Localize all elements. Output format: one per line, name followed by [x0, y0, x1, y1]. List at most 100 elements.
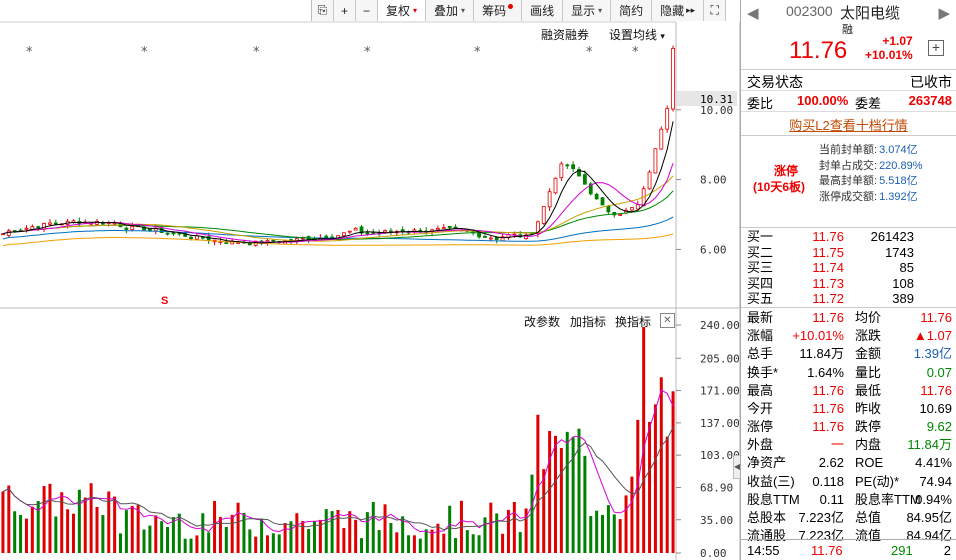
stats-row: 最高 11.76 最低 11.76	[741, 382, 956, 400]
event-star-icon: *	[364, 45, 371, 60]
stats-row: 收益(三) 0.118 PE(动)* 74.94	[741, 473, 956, 491]
volume-bar	[659, 377, 663, 553]
candle-body	[565, 164, 570, 167]
candle-body	[341, 232, 346, 237]
volume-bar	[101, 515, 105, 553]
stat-value: 2.62	[818, 455, 844, 471]
volume-bar	[295, 513, 299, 553]
chart-toolbar: ⎘ + − 复权 ▾ 叠加 ▾ 筹码 画线 显示 ▾ 简约 隐藏 ▸▸ ⛶	[311, 0, 727, 21]
volume-bar	[289, 521, 293, 553]
tick-footer: 14:55 11.76 291 2	[741, 539, 956, 560]
zoom-in-button[interactable]: +	[334, 0, 356, 21]
add-watchlist-button[interactable]: +	[928, 40, 944, 56]
order-book-row: 买四 11.73 108	[741, 276, 956, 292]
ma-settings-link[interactable]: 设置均线 ▾	[609, 26, 665, 43]
volume-bar	[24, 518, 28, 553]
candle-body	[124, 227, 129, 230]
simple-button[interactable]: 简约	[611, 0, 653, 21]
fullscreen-icon[interactable]: ⛶	[704, 0, 727, 21]
kline-chart-area[interactable]: 10.008.006.0010.3111.76→240.00205.00171.…	[0, 0, 740, 560]
prev-stock-icon[interactable]: ◀	[747, 4, 759, 22]
bid-volume: 108	[892, 275, 914, 291]
stat-label: 总手	[747, 346, 774, 362]
display-button[interactable]: 显示 ▾	[563, 0, 612, 21]
volume-tick-label: 35.00	[700, 514, 733, 527]
candle-body	[353, 227, 358, 231]
stat-value: 9.62	[926, 419, 952, 435]
candle-body	[665, 108, 670, 130]
volume-bar	[477, 535, 481, 553]
stat-label: 涨跌	[855, 328, 882, 344]
zoom-out-button[interactable]: −	[356, 0, 378, 21]
volume-bar	[653, 404, 657, 553]
buy-l2-link[interactable]: 购买L2查看十档行情	[741, 112, 956, 136]
tick-time: 14:55	[747, 543, 780, 558]
chevron-down-icon: ▾	[598, 6, 603, 15]
hide-button[interactable]: 隐藏 ▸▸	[652, 0, 705, 21]
stat-value: 11.76	[812, 309, 844, 325]
unlock-icon[interactable]: ⎘	[312, 0, 334, 21]
volume-bar	[518, 532, 522, 553]
trading-status-row: 交易状态 已收市	[741, 70, 956, 91]
ratio-label: 委比	[747, 96, 774, 111]
bid-label: 买一	[747, 229, 774, 244]
diff-label: 委差	[855, 96, 882, 111]
volume-bar	[583, 455, 587, 553]
volume-bar	[1, 491, 5, 553]
ma20-line	[2, 175, 674, 242]
volume-tick-label: 137.00	[700, 417, 740, 430]
close-icon[interactable]: ✕	[660, 313, 675, 328]
volume-bar	[483, 517, 487, 553]
stats-row: 换手* 1.64% 量比 0.07	[741, 364, 956, 382]
volume-bar	[265, 535, 269, 553]
overlay-button[interactable]: 叠加 ▾	[426, 0, 475, 21]
volume-bar	[612, 514, 616, 553]
volume-bar	[412, 535, 416, 553]
candle-body	[671, 47, 675, 110]
stock-app: 10.008.006.0010.3111.76→240.00205.00171.…	[0, 0, 956, 560]
candle-body	[582, 174, 587, 185]
change-value: +1.07	[882, 34, 913, 48]
stat-value: 84.95亿	[906, 510, 952, 526]
volume-bar	[418, 538, 422, 553]
volume-bar	[471, 534, 475, 553]
bid-price: 11.72	[812, 291, 844, 307]
bid-label: 买二	[747, 244, 774, 260]
volume-bar	[336, 509, 340, 553]
candle-body	[224, 242, 229, 244]
candle-body	[547, 191, 552, 208]
draw-line-button[interactable]: 画线	[522, 0, 564, 21]
volume-bar	[224, 526, 228, 553]
candle-body	[441, 227, 446, 230]
volume-bar	[389, 523, 393, 553]
switch-indicator-link[interactable]: 换指标	[615, 313, 651, 330]
candle-body	[153, 228, 158, 232]
next-stock-icon[interactable]: ▶	[938, 4, 950, 22]
volume-bar	[283, 523, 287, 553]
price-change: +1.07 +10.01%	[865, 34, 913, 62]
bid-volume: 85	[899, 260, 914, 276]
limit-stat-value: 1.392亿	[879, 190, 918, 203]
volume-bar	[571, 437, 575, 553]
add-indicator-link[interactable]: 加指标	[570, 313, 606, 330]
stat-label: 换手*	[747, 364, 779, 380]
limit-stat-row: 封单占成交: 220.89%	[819, 157, 923, 173]
volume-bar	[66, 509, 70, 553]
limit-up-streak: (10天6板)	[753, 180, 806, 194]
chip-distribution-button[interactable]: 筹码	[474, 0, 523, 21]
limit-up-title: 涨停	[774, 164, 799, 178]
restore-rights-button[interactable]: 复权 ▾	[378, 0, 427, 21]
order-book-row: 买二 11.75 1743	[741, 245, 956, 261]
volume-bar	[559, 447, 563, 553]
volume-bar	[589, 516, 593, 553]
candle-body	[130, 225, 135, 230]
volume-bar	[407, 535, 411, 553]
kline-chart-svg[interactable]: 10.008.006.0010.3111.76→240.00205.00171.…	[0, 0, 740, 560]
volume-bar	[465, 530, 469, 553]
double-arrow-icon: ▸▸	[686, 5, 696, 15]
stat-label: ROE	[855, 455, 884, 471]
candle-body	[659, 128, 664, 150]
edit-params-link[interactable]: 改参数	[524, 313, 560, 330]
volume-bar	[301, 521, 305, 553]
margin-trading-link[interactable]: 融资融券	[541, 26, 589, 43]
